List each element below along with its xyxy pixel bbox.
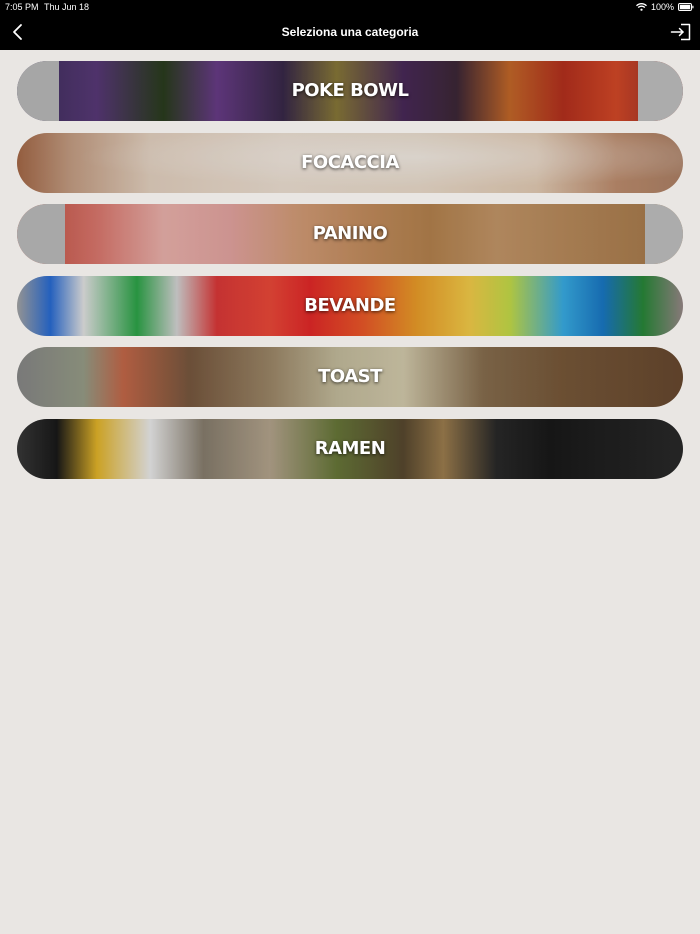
category-panino[interactable]: PANINO [17,204,683,264]
category-label: FOCACCIA [301,151,399,173]
category-label: BEVANDE [304,294,396,316]
login-icon [670,23,692,46]
category-bevande[interactable]: BEVANDE [17,275,683,336]
category-list: POKE BOWL FOCACCIA PANINO BEVANDE TOAST … [17,61,683,490]
category-poke-bowl[interactable]: POKE BOWL [17,61,683,121]
status-bar: 7:05 PM Thu Jun 18 100% [0,0,700,14]
wifi-icon [636,3,647,11]
page-title: Seleziona una categoria [281,25,419,39]
category-toast[interactable]: TOAST [17,347,683,407]
status-indicators: 100% [636,0,694,14]
status-time: 7:05 PM [5,2,39,12]
battery-icon [678,3,694,11]
login-button[interactable] [670,22,692,42]
category-label: POKE BOWL [291,80,409,101]
category-ramen[interactable]: RAMEN [17,418,683,479]
category-label: RAMEN [314,437,386,459]
category-focaccia[interactable]: FOCACCIA [17,132,683,193]
category-label: TOAST [318,366,382,387]
battery-percent: 100% [650,2,674,12]
navigation-bar: Seleziona una categoria [0,14,700,50]
category-label: PANINO [312,223,388,244]
status-date: Thu Jun 18 [44,2,90,12]
